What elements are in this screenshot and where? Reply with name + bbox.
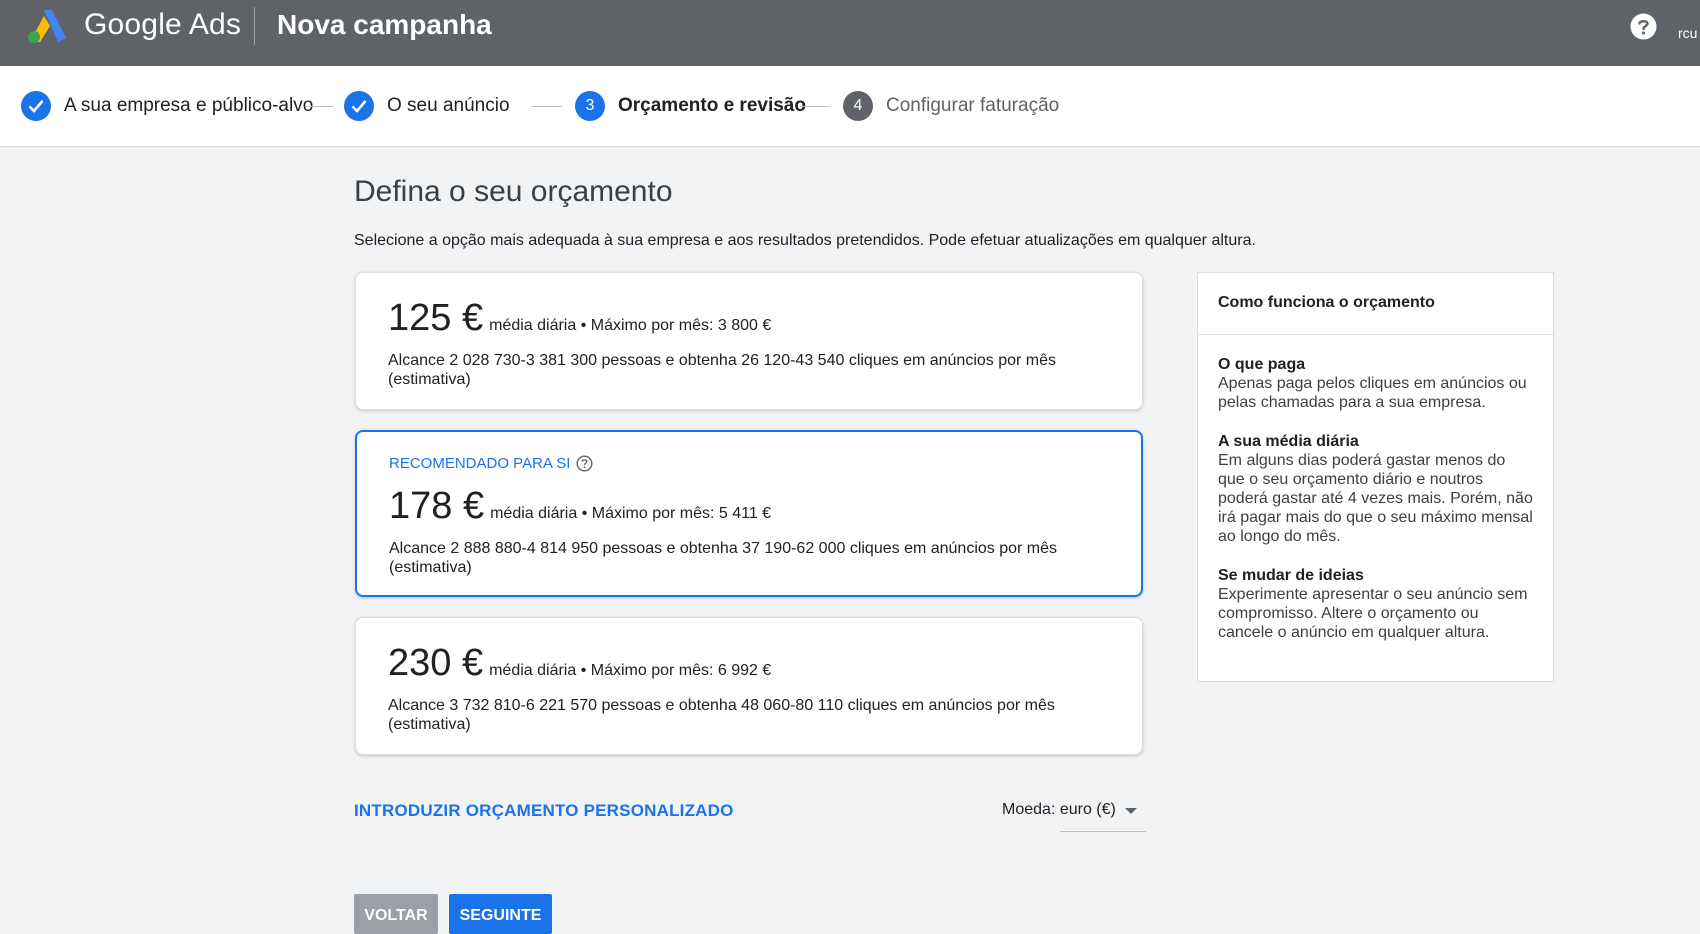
currency-select[interactable]: Moeda: euro (€) — [1002, 801, 1116, 819]
step-connector — [305, 106, 333, 107]
budget-option-178[interactable]: RECOMENDADO PARA SI 178 € média diária •… — [355, 430, 1143, 597]
help-outline-icon[interactable] — [576, 455, 593, 472]
step-label: Orçamento e revisão — [618, 95, 806, 116]
price-detail: média diária • Máximo por mês: 3 800 € — [489, 317, 772, 334]
step-connector — [800, 106, 830, 107]
step-ad[interactable]: O seu anúncio — [344, 91, 510, 121]
recommended-label: RECOMENDADO PARA SI — [389, 455, 571, 472]
divider — [1198, 334, 1553, 335]
step-label: A sua empresa e público-alvo — [64, 95, 314, 116]
info-section-text: Experimente apresentar o seu anúncio sem… — [1218, 586, 1528, 641]
info-section-text: Em alguns dias poderá gastar menos do qu… — [1218, 452, 1533, 545]
currency-select-underline — [1060, 831, 1146, 832]
step-business-audience[interactable]: A sua empresa e público-alvo — [21, 91, 313, 121]
daily-price: 230 € — [388, 642, 484, 684]
step-label: Configurar faturação — [886, 95, 1060, 116]
price-line: 178 € média diária • Máximo por mês: 5 4… — [389, 485, 771, 528]
header-divider — [254, 7, 255, 45]
check-icon — [21, 91, 51, 121]
price-line: 230 € média diária • Máximo por mês: 6 9… — [388, 642, 771, 685]
help-circle-icon[interactable] — [1630, 13, 1657, 40]
info-section-daily-average: A sua média diária Em alguns dias poderá… — [1218, 432, 1536, 546]
info-section-what-you-pay: O que paga Apenas paga pelos cliques em … — [1218, 355, 1536, 412]
reach-estimate: Alcance 3 732 810-6 221 570 pessoas e ob… — [388, 697, 1055, 733]
info-section-change-mind: Se mudar de ideias Experimente apresenta… — [1218, 566, 1536, 642]
reach-estimate: Alcance 2 888 880-4 814 950 pessoas e ob… — [389, 540, 1058, 576]
step-number: 4 — [843, 91, 873, 121]
reach-estimate: Alcance 2 028 730-3 381 300 pessoas e ob… — [388, 352, 1057, 388]
info-section-heading: Se mudar de ideias — [1218, 567, 1364, 584]
budget-option-230[interactable]: 230 € média diária • Máximo por mês: 6 9… — [355, 617, 1143, 755]
next-button[interactable]: SEGUINTE — [449, 894, 552, 934]
daily-price: 178 € — [389, 485, 485, 527]
price-detail: média diária • Máximo por mês: 5 411 € — [490, 505, 772, 522]
section-description: Selecione a opção mais adequada à sua em… — [354, 232, 1256, 249]
info-panel-title: Como funciona o orçamento — [1218, 294, 1435, 311]
info-section-heading: O que paga — [1218, 356, 1306, 373]
check-icon — [344, 91, 374, 121]
price-line: 125 € média diária • Máximo por mês: 3 8… — [388, 297, 771, 340]
account-name[interactable]: rcu — [1678, 25, 1697, 41]
google-ads-logo-icon[interactable] — [26, 8, 68, 44]
page-title: Nova campanha — [277, 9, 492, 40]
progress-stepper: A sua empresa e público-alvo O seu anúnc… — [0, 66, 1700, 147]
step-billing[interactable]: 4 Configurar faturação — [843, 91, 1059, 121]
section-title: Defina o seu orçamento — [354, 175, 673, 208]
back-button[interactable]: VOLTAR — [354, 894, 438, 934]
dropdown-arrow-icon[interactable] — [1125, 808, 1137, 814]
price-detail: média diária • Máximo por mês: 6 992 € — [489, 662, 772, 679]
step-number: 3 — [575, 91, 605, 121]
top-app-bar: Google Ads Nova campanha rcu — [0, 0, 1700, 66]
step-connector — [532, 106, 562, 107]
recommended-badge: RECOMENDADO PARA SI — [389, 455, 593, 472]
info-section-heading: A sua média diária — [1218, 433, 1359, 450]
budget-info-panel: Como funciona o orçamento O que paga Ape… — [1197, 272, 1554, 682]
step-budget-review[interactable]: 3 Orçamento e revisão — [575, 91, 806, 121]
budget-option-125[interactable]: 125 € média diária • Máximo por mês: 3 8… — [355, 272, 1143, 410]
brand-name: Google Ads — [84, 8, 242, 41]
custom-budget-link[interactable]: INTRODUZIR ORÇAMENTO PERSONALIZADO — [354, 801, 734, 821]
daily-price: 125 € — [388, 297, 484, 339]
step-label: O seu anúncio — [387, 95, 510, 116]
info-section-text: Apenas paga pelos cliques em anúncios ou… — [1218, 375, 1527, 411]
